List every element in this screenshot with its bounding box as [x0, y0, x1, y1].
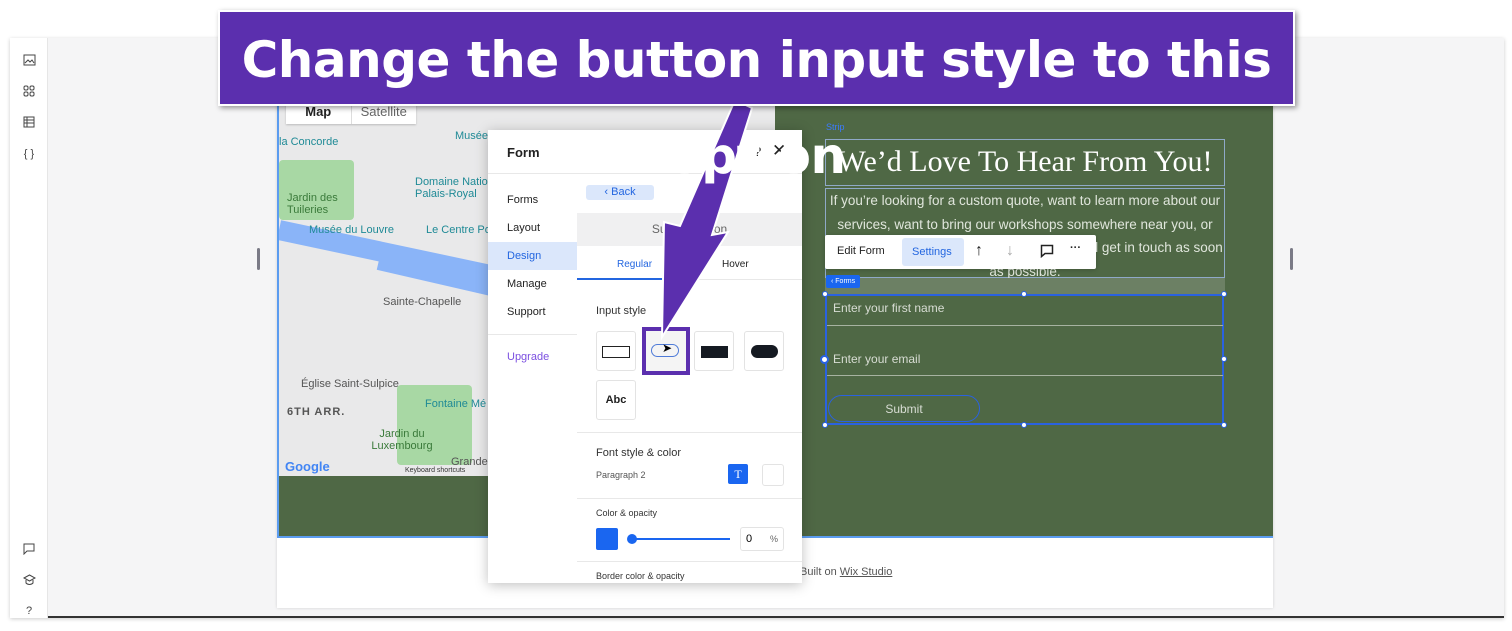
footer-prefix: Built on	[800, 566, 837, 578]
field-underline	[827, 325, 1223, 326]
image-icon[interactable]	[22, 54, 36, 68]
element-toolbar: Edit Form Settings ↑ ↓ ···	[825, 235, 1096, 269]
resize-handle-left[interactable]	[257, 248, 260, 270]
help-icon[interactable]: ?	[22, 604, 36, 618]
selection-handle[interactable]	[1221, 291, 1227, 297]
style-outline-pill[interactable]: ➤	[642, 327, 690, 375]
back-button[interactable]: ‹ Back	[586, 185, 654, 200]
map-label: Jardin des Tuileries	[287, 192, 338, 216]
map-label: Église Saint-Sulpice	[301, 378, 399, 390]
map-label: la Concorde	[279, 136, 339, 148]
apps-grid-icon[interactable]	[22, 85, 36, 99]
map-label: Musée du Louvre	[309, 224, 394, 236]
selection-handle[interactable]	[1021, 422, 1027, 428]
opacity-slider-knob[interactable]	[627, 534, 637, 544]
site-heading[interactable]: We’d Love To Hear From You!	[825, 139, 1225, 186]
map-label: Fontaine Mé	[425, 398, 487, 410]
selection-handle[interactable]	[820, 355, 829, 364]
cursor-icon: ➤	[662, 341, 673, 355]
nav-upgrade[interactable]: Upgrade	[488, 343, 577, 371]
nav-layout[interactable]: Layout	[488, 214, 577, 242]
keyboard-shortcuts-link[interactable]: Keyboard shortcuts	[405, 467, 465, 474]
opacity-input[interactable]: 0%	[740, 527, 784, 551]
style-outline-rectangle[interactable]	[596, 331, 636, 371]
comment-icon[interactable]	[1040, 244, 1054, 261]
chat-icon[interactable]	[22, 543, 36, 557]
map-label: Sainte-Chapelle	[383, 296, 462, 308]
map-label: Le Centre Po	[426, 224, 491, 236]
font-style-value: Paragraph 2	[596, 470, 646, 480]
forms-tag[interactable]: ‹ Forms	[826, 275, 861, 288]
back-label: Back	[611, 186, 636, 198]
style-filled-rectangle[interactable]	[694, 331, 734, 371]
more-icon[interactable]: ···	[1070, 242, 1081, 254]
nav-forms[interactable]: Forms	[488, 186, 577, 214]
wix-studio-link[interactable]: Wix Studio	[840, 566, 893, 578]
text-style-icon[interactable]: T	[728, 464, 748, 484]
first-name-field[interactable]: Enter your first name	[833, 301, 944, 315]
code-braces-icon[interactable]: { }	[22, 147, 36, 161]
left-toolbar: { } ?	[10, 38, 48, 618]
resize-handle-right[interactable]	[1290, 248, 1293, 270]
google-logo: Google	[285, 459, 330, 474]
opacity-value: 0	[746, 533, 753, 545]
move-up-icon[interactable]: ↑	[975, 242, 983, 260]
panel-title: Form	[507, 145, 540, 160]
footer-text: Built on Wix Studio	[800, 566, 892, 578]
email-field[interactable]: Enter your email	[833, 352, 920, 366]
panel-nav: Forms Layout Design Manage Support Upgra…	[488, 174, 577, 371]
nav-design[interactable]: Design	[488, 242, 577, 270]
selection-handle[interactable]	[822, 291, 828, 297]
table-icon[interactable]	[22, 116, 36, 130]
state-tabs: Regular Hover	[577, 246, 802, 280]
strip-label: Strip	[826, 122, 845, 132]
selection-handle[interactable]	[1221, 356, 1227, 362]
font-color-swatch[interactable]	[762, 464, 784, 486]
move-down-icon[interactable]: ↓	[1006, 242, 1014, 260]
instruction-banner: Change the button input style to this op…	[218, 10, 1295, 185]
field-underline	[827, 375, 1223, 376]
border-color-label: Border color & opacity	[596, 571, 685, 581]
graduation-cap-icon[interactable]	[22, 574, 36, 588]
style-filled-pill[interactable]	[744, 331, 784, 371]
edit-form-button[interactable]: Edit Form	[837, 245, 885, 257]
opacity-unit: %	[769, 534, 778, 544]
selection-handle[interactable]	[1221, 422, 1227, 428]
settings-button[interactable]: Settings	[902, 238, 964, 266]
style-text-only[interactable]: Abc	[596, 380, 636, 420]
tab-regular[interactable]: Regular	[617, 259, 652, 270]
nav-support[interactable]: Support	[488, 298, 577, 326]
selection-handle[interactable]	[1021, 291, 1027, 297]
nav-manage[interactable]: Manage	[488, 270, 577, 298]
map-label: Musée	[455, 130, 489, 142]
input-style-label: Input style	[596, 305, 647, 317]
map-label: 6TH ARR.	[287, 406, 346, 418]
selection-handle[interactable]	[822, 422, 828, 428]
tab-hover[interactable]: Hover	[722, 259, 749, 270]
opacity-slider-track[interactable]	[632, 538, 730, 540]
map-label: Jardin du Luxembourg	[371, 428, 433, 452]
section-title: Submit Button	[577, 213, 802, 246]
fill-color-swatch[interactable]	[596, 528, 618, 550]
font-style-label: Font style & color	[596, 447, 681, 459]
color-opacity-label: Color & opacity	[596, 508, 658, 518]
settings-label: Settings	[912, 246, 952, 258]
submit-button[interactable]: Submit	[828, 395, 980, 422]
